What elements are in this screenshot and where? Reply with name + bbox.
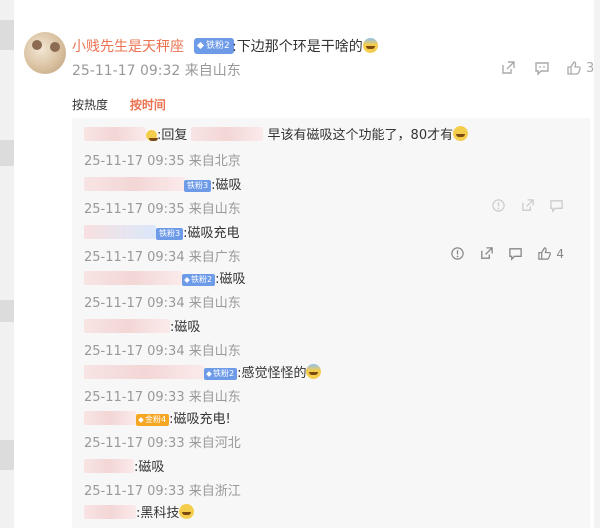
diamond-icon bbox=[196, 41, 205, 50]
like-button[interactable]: 3 bbox=[566, 60, 594, 76]
comment-icon[interactable] bbox=[508, 246, 523, 261]
mention-blurred[interactable] bbox=[191, 127, 264, 141]
username-blurred[interactable] bbox=[84, 177, 184, 191]
thumbs-up-icon bbox=[538, 247, 552, 260]
reply-item: 铁粉2:感觉怪怪的 bbox=[84, 362, 322, 381]
reply-actions: 4 bbox=[436, 246, 564, 261]
username-blurred[interactable] bbox=[84, 411, 136, 425]
reply-item: :磁吸 bbox=[84, 456, 164, 475]
avatar[interactable] bbox=[24, 32, 66, 74]
reply-meta: 25-11-17 09:34 来自广东 bbox=[84, 250, 241, 265]
reply-meta: 25-11-17 09:34 来自山东 bbox=[84, 296, 241, 311]
edge-notch bbox=[0, 140, 14, 166]
comment-text: :下边那个环是干啥的 bbox=[232, 36, 378, 56]
reply-actions bbox=[477, 198, 564, 213]
share-icon[interactable] bbox=[520, 198, 535, 213]
reply-item: :回复 早该有磁吸这个功能了，80才有 bbox=[84, 124, 469, 143]
reply-meta: 25-11-17 09:34 来自山东 bbox=[84, 344, 241, 359]
window-left-edge bbox=[0, 0, 14, 528]
fan-badge: 铁粉3 bbox=[156, 228, 184, 240]
reply-item: 铁粉3:磁吸充电 bbox=[84, 222, 239, 241]
emoji-icon bbox=[146, 130, 158, 141]
reply-meta: 25-11-17 09:33 来自浙江 bbox=[84, 484, 241, 499]
comment-actions: 3 bbox=[500, 60, 594, 76]
reply-item: :黑科技 bbox=[84, 502, 195, 521]
like-count: 3 bbox=[586, 60, 595, 76]
reply-item: 铁粉2:磁吸 bbox=[84, 268, 245, 287]
reply-meta: 25-11-17 09:35 来自山东 bbox=[84, 202, 241, 217]
cry-laugh-emoji-icon bbox=[306, 364, 322, 379]
report-icon[interactable] bbox=[491, 198, 506, 213]
comment-meta: 25-11-17 09:32 来自山东 bbox=[72, 63, 241, 79]
comment-username[interactable]: 小贱先生是天秤座 bbox=[72, 36, 184, 56]
fan-badge: 铁粉2 bbox=[204, 368, 238, 380]
sort-by-hot[interactable]: 按热度 bbox=[72, 96, 108, 113]
fan-badge: 铁粉3 bbox=[184, 180, 212, 192]
cry-laugh-emoji-icon bbox=[362, 38, 378, 53]
shock-emoji-icon bbox=[179, 504, 195, 519]
fan-badge: 铁粉2 bbox=[182, 274, 216, 286]
like-count: 4 bbox=[556, 246, 564, 261]
comment-icon[interactable] bbox=[549, 198, 564, 213]
reply-meta: 25-11-17 09:33 来自河北 bbox=[84, 436, 241, 451]
username-blurred[interactable] bbox=[84, 271, 182, 285]
comment-icon[interactable] bbox=[534, 60, 550, 76]
report-icon[interactable] bbox=[450, 246, 465, 261]
main-comment: 小贱先生是天秤座 铁粉2 :下边那个环是干啥的 25-11-17 09:32 来… bbox=[24, 26, 594, 86]
reply-meta: 25-11-17 09:33 来自山东 bbox=[84, 390, 241, 405]
username-blurred[interactable] bbox=[84, 319, 170, 333]
edge-notch bbox=[0, 300, 14, 322]
fan-badge: 铁粉2 bbox=[194, 38, 234, 54]
username-blurred[interactable] bbox=[84, 505, 136, 519]
reply-item: :磁吸 bbox=[84, 316, 200, 335]
reply-item: 铁粉3:磁吸 bbox=[84, 174, 241, 193]
share-icon[interactable] bbox=[479, 246, 494, 261]
window-right-edge bbox=[594, 0, 600, 528]
username-blurred[interactable] bbox=[84, 459, 134, 473]
reply-list: :回复 早该有磁吸这个功能了，80才有 25-11-17 09:35 来自北京 … bbox=[72, 118, 590, 528]
thumbs-up-icon bbox=[567, 61, 581, 75]
username-blurred[interactable] bbox=[84, 225, 156, 239]
edge-notch bbox=[0, 440, 14, 470]
username-blurred[interactable] bbox=[84, 127, 146, 141]
like-button[interactable]: 4 bbox=[537, 246, 564, 261]
share-icon[interactable] bbox=[500, 60, 516, 76]
username-blurred[interactable] bbox=[84, 365, 204, 379]
edge-notch bbox=[0, 20, 14, 50]
reply-item: 金粉4:磁吸充电! bbox=[84, 408, 231, 427]
fan-badge: 金粉4 bbox=[136, 414, 170, 426]
laugh-emoji-icon bbox=[453, 126, 469, 141]
sort-tabs: 按热度 按时间 bbox=[72, 96, 184, 113]
reply-meta: 25-11-17 09:35 来自北京 bbox=[84, 154, 241, 169]
sort-by-time[interactable]: 按时间 bbox=[130, 96, 166, 113]
